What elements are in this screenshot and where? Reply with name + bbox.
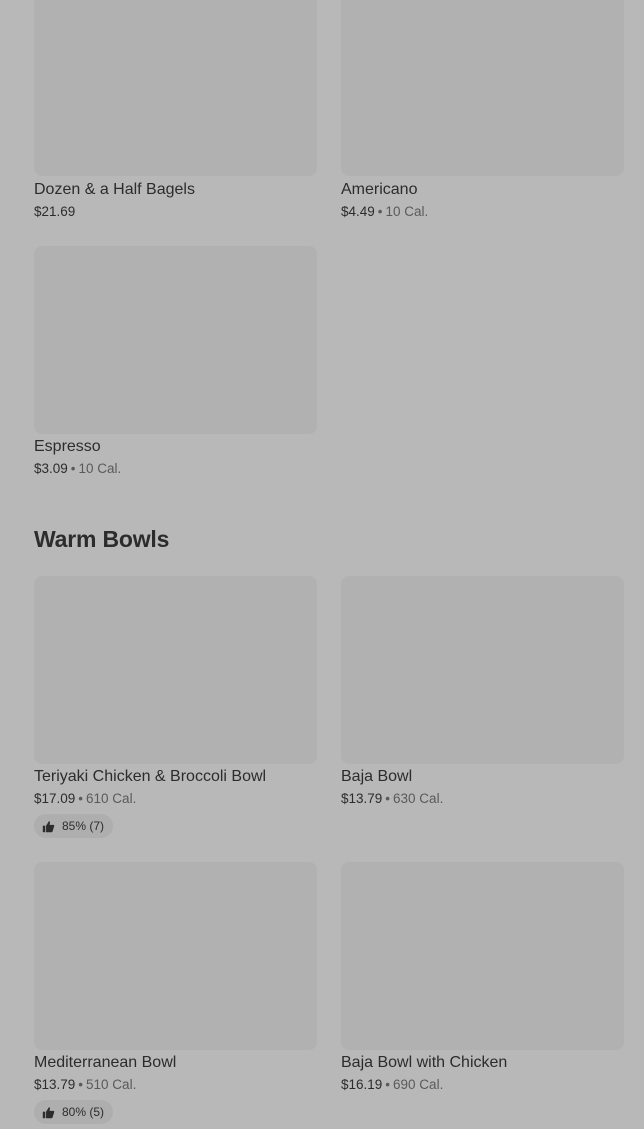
- item-calories: 10 Cal.: [385, 204, 429, 219]
- meta-separator: •: [70, 461, 76, 476]
- item-name[interactable]: Mediterranean Bowl: [34, 1053, 317, 1073]
- item-name[interactable]: Baja Bowl: [341, 767, 624, 787]
- item-meta: $3.09 • 10 Cal.: [34, 460, 317, 478]
- item-price: $17.09: [34, 791, 76, 806]
- rating-text: 85% (7): [62, 819, 105, 833]
- item-price: $13.79: [341, 791, 383, 806]
- item-image[interactable]: [34, 862, 317, 1050]
- item-meta: $21.69: [34, 203, 317, 221]
- item-price: $4.49: [341, 204, 375, 219]
- meta-separator: •: [78, 791, 84, 806]
- menu-item-card[interactable]: Teriyaki Chicken & Broccoli Bowl $17.09 •…: [34, 576, 317, 838]
- menu-item-card[interactable]: Baja Bowl with Chicken $16.19 • 690 Cal.: [341, 862, 624, 1094]
- item-image[interactable]: [341, 0, 624, 176]
- rating-badge: 85% (7): [34, 814, 114, 838]
- rating-text: 80% (5): [62, 1105, 105, 1119]
- item-meta: $4.49 • 10 Cal.: [341, 203, 624, 221]
- item-price: $21.69: [34, 204, 76, 219]
- item-price: $3.09: [34, 461, 68, 476]
- menu-item-card[interactable]: Espresso $3.09 • 10 Cal.: [34, 246, 317, 478]
- item-image[interactable]: [341, 576, 624, 764]
- item-calories: 690 Cal.: [393, 1077, 444, 1092]
- item-calories: 510 Cal.: [86, 1077, 137, 1092]
- item-price: $16.19: [341, 1077, 383, 1092]
- item-calories: 630 Cal.: [393, 791, 444, 806]
- menu-page: Dozen & a Half Bagels $21.69 Americano $…: [0, 0, 644, 1129]
- item-image[interactable]: [34, 576, 317, 764]
- item-meta: $16.19 • 690 Cal.: [341, 1076, 624, 1094]
- rating-badge: 80% (5): [34, 1100, 114, 1124]
- thumbs-up-icon: [42, 820, 55, 832]
- thumbs-up-icon: [42, 1106, 55, 1118]
- meta-separator: •: [377, 204, 383, 219]
- item-calories: 10 Cal.: [78, 461, 122, 476]
- item-calories: 610 Cal.: [86, 791, 137, 806]
- menu-item-card[interactable]: Dozen & a Half Bagels $21.69: [34, 0, 317, 221]
- meta-separator: •: [78, 1077, 84, 1092]
- section-title: Warm Bowls: [34, 526, 170, 552]
- item-image[interactable]: [34, 0, 317, 176]
- item-image[interactable]: [34, 246, 317, 434]
- item-meta: $13.79 • 630 Cal.: [341, 790, 624, 808]
- item-meta: $13.79 • 510 Cal.: [34, 1076, 317, 1094]
- menu-item-card[interactable]: Americano $4.49 • 10 Cal.: [341, 0, 624, 221]
- meta-separator: •: [385, 791, 391, 806]
- item-name[interactable]: Baja Bowl with Chicken: [341, 1053, 624, 1073]
- item-price: $13.79: [34, 1077, 76, 1092]
- item-name[interactable]: Americano: [341, 180, 624, 200]
- item-name[interactable]: Teriyaki Chicken & Broccoli Bowl: [34, 767, 317, 787]
- item-meta: $17.09 • 610 Cal.: [34, 790, 317, 808]
- menu-item-card[interactable]: Baja Bowl $13.79 • 630 Cal.: [341, 576, 624, 808]
- menu-item-card[interactable]: Mediterranean Bowl $13.79 • 510 Cal. 80% (…: [34, 862, 317, 1124]
- item-image[interactable]: [341, 862, 624, 1050]
- item-name[interactable]: Espresso: [34, 437, 317, 457]
- meta-separator: •: [385, 1077, 391, 1092]
- item-name[interactable]: Dozen & a Half Bagels: [34, 180, 317, 200]
